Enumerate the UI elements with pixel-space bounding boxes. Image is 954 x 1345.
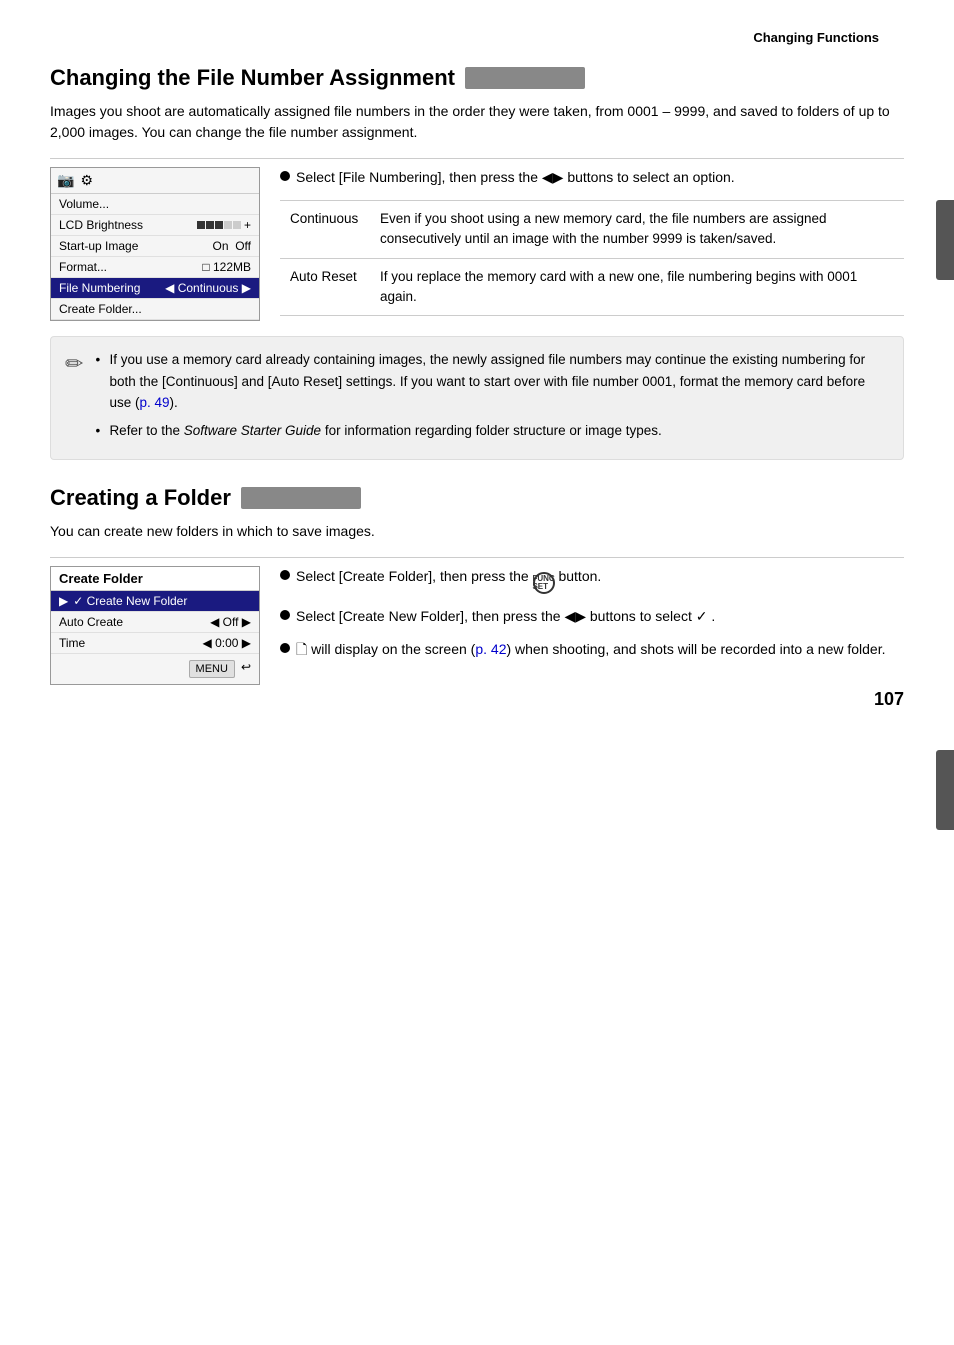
menu-row-format: Format... □ 122MB — [51, 257, 259, 278]
cf-new-folder-icon: ▶ — [59, 594, 68, 608]
section2-content: Create Folder ▶ ✓ Create New Folder Auto… — [50, 566, 904, 685]
row-label-lcd: LCD Brightness — [59, 218, 143, 232]
row-label-startup: Start-up Image — [59, 239, 138, 253]
bullet-dot-4 — [280, 643, 290, 653]
cf-menu-bar: MENU ↩ — [51, 654, 259, 684]
cf-value-time: ◀ 0:00 ▶ — [203, 636, 251, 650]
section2-desc: Select [Create Folder], then press the F… — [280, 566, 904, 685]
cf-label-time: Time — [59, 636, 198, 650]
row-value-format: □ 122MB — [202, 260, 251, 274]
instruction2-text2: Select [Create New Folder], then press t… — [296, 606, 715, 627]
section2-title-bar — [241, 487, 361, 509]
page-header: Changing Functions — [50, 30, 904, 45]
section1-intro: Images you shoot are automatically assig… — [50, 101, 904, 143]
camera-icon: 📷 — [57, 172, 74, 189]
cf-label-autocreate: Auto Create — [59, 615, 205, 629]
bullet-dot-2 — [280, 570, 290, 580]
create-folder-screen: Create Folder ▶ ✓ Create New Folder Auto… — [50, 566, 260, 685]
instruction2-text3: 🗋 will display on the screen (p. 42) whe… — [296, 639, 886, 660]
divider1 — [50, 158, 904, 159]
option-row-autoreset: Auto Reset If you replace the memory car… — [280, 258, 904, 316]
section1-desc: Select [File Numbering], then press the … — [280, 167, 904, 321]
cf-row-createnewfolder: ▶ ✓ Create New Folder — [51, 591, 259, 612]
option-name-autoreset: Auto Reset — [280, 258, 370, 316]
row-label-format: Format... — [59, 260, 107, 274]
bullet-dot-1 — [280, 171, 290, 181]
section2-instruction-2: Select [Create New Folder], then press t… — [280, 606, 904, 627]
option-name-continuous: Continuous — [280, 201, 370, 259]
options-table: Continuous Even if you shoot using a new… — [280, 200, 904, 316]
section1-title-bar — [465, 67, 585, 89]
brightness-bar — [197, 221, 241, 229]
row-label-volume: Volume... — [59, 197, 109, 211]
menu-button[interactable]: MENU — [189, 660, 235, 678]
note-content: If you use a memory card already contain… — [95, 349, 889, 447]
cf-row-time: Time ◀ 0:00 ▶ — [51, 633, 259, 654]
menu-row-createfolder: Create Folder... — [51, 299, 259, 320]
note-item-1: If you use a memory card already contain… — [95, 349, 889, 414]
menu-row-startup: Start-up Image On Off — [51, 236, 259, 257]
note-box: ✏ If you use a memory card already conta… — [50, 336, 904, 460]
option-desc-continuous: Even if you shoot using a new memory car… — [370, 201, 904, 259]
settings-icon: ⚙ — [80, 172, 93, 189]
side-tab-top — [936, 200, 954, 280]
section2-intro: You can create new folders in which to s… — [50, 521, 904, 542]
option-desc-autoreset: If you replace the memory card with a ne… — [370, 258, 904, 316]
section1-content: 📷 ⚙ Volume... LCD Brightness — [50, 167, 904, 321]
note-icon: ✏ — [65, 351, 83, 377]
camera-screen-header: 📷 ⚙ — [51, 168, 259, 194]
row-label-createfolder: Create Folder... — [59, 302, 142, 316]
row-value-lcd: + — [197, 218, 251, 232]
link-p49[interactable]: p. 49 — [139, 395, 169, 410]
section2-instruction-3: 🗋 will display on the screen (p. 42) whe… — [280, 639, 904, 660]
option-row-continuous: Continuous Even if you shoot using a new… — [280, 201, 904, 259]
header-text: Changing Functions — [753, 30, 879, 45]
section2-title-container: Creating a Folder — [50, 485, 904, 511]
note-item-2: Refer to the Software Starter Guide for … — [95, 420, 889, 442]
section1-title-container: Changing the File Number Assignment — [50, 65, 904, 91]
link-p42[interactable]: p. 42 — [475, 641, 506, 657]
cf-row-autocreate: Auto Create ◀ Off ▶ — [51, 612, 259, 633]
section1-instruction: Select [File Numbering], then press the … — [280, 167, 904, 188]
divider2 — [50, 557, 904, 558]
menu-row-filenumbering: File Numbering ◀ Continuous ▶ — [51, 278, 259, 299]
cf-value-autocreate: ◀ Off ▶ — [210, 615, 251, 629]
row-value-filenumbering: ◀ Continuous ▶ — [165, 281, 251, 295]
section2-instruction-1: Select [Create Folder], then press the F… — [280, 566, 904, 594]
software-guide-italic: Software Starter Guide — [184, 423, 321, 438]
bullet-dot-3 — [280, 610, 290, 620]
page-number: 107 — [874, 689, 904, 710]
func-set-icon: FUNCSET — [533, 572, 555, 594]
instruction-text: Select [File Numbering], then press the … — [296, 167, 735, 188]
row-value-startup: On Off — [213, 239, 251, 253]
section1-title: Changing the File Number Assignment — [50, 65, 455, 91]
cf-title-bar: Create Folder — [51, 567, 259, 591]
side-tab-bottom — [936, 750, 954, 830]
checkmark: ✓ — [696, 608, 708, 624]
camera-screen: 📷 ⚙ Volume... LCD Brightness — [50, 167, 260, 321]
menu-row-lcd: LCD Brightness + — [51, 215, 259, 236]
row-label-filenumbering: File Numbering — [59, 281, 140, 295]
section2-title: Creating a Folder — [50, 485, 231, 511]
return-icon: ↩ — [241, 660, 251, 678]
menu-row-volume: Volume... — [51, 194, 259, 215]
cf-label-createnewfolder: ✓ Create New Folder — [73, 594, 251, 608]
instruction2-text1: Select [Create Folder], then press the F… — [296, 566, 601, 594]
